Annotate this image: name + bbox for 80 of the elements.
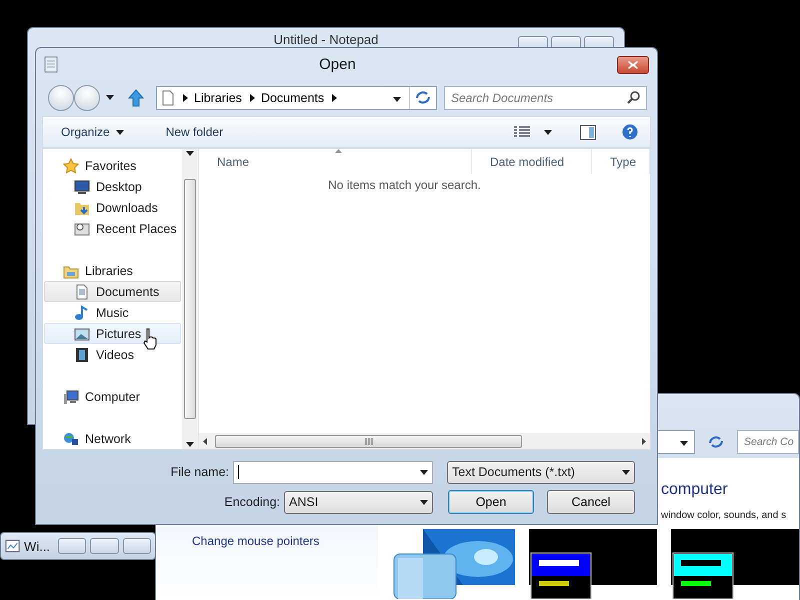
horizontal-scrollbar[interactable]: [199, 433, 650, 449]
column-header[interactable]: Date modified: [472, 149, 592, 174]
hand-cursor-icon: [142, 328, 158, 350]
refresh-icon: [707, 434, 725, 450]
maximize-button[interactable]: [90, 538, 119, 554]
window-title: Wi...: [24, 538, 50, 554]
dropdown-arrow-icon: [544, 130, 552, 134]
back-button[interactable]: [48, 84, 74, 110]
address-bar[interactable]: Libraries Documents: [156, 86, 437, 110]
scroll-up-icon: [186, 151, 194, 156]
change-mouse-pointers-link[interactable]: Change mouse pointers: [192, 534, 320, 548]
scroll-left-icon: [203, 438, 207, 444]
help-icon: [622, 124, 638, 140]
empty-message: No items match your search.: [328, 178, 481, 192]
notepad-icon: [44, 56, 58, 73]
view-list-icon: [514, 126, 530, 138]
navigation-item[interactable]: Desktop: [44, 176, 182, 197]
document-icon: [74, 284, 90, 300]
star-icon: [63, 158, 79, 174]
cancel-button[interactable]: Cancel: [547, 490, 635, 514]
restore-button[interactable]: [58, 538, 86, 554]
dropdown-arrow-icon: [116, 130, 124, 134]
computer-icon: [63, 388, 79, 404]
column-header[interactable]: Name: [199, 149, 472, 174]
encoding-dropdown[interactable]: ANSI: [284, 490, 433, 514]
navigation-item[interactable]: Downloads: [44, 197, 182, 218]
film-icon: [74, 346, 90, 362]
document-icon: [161, 90, 175, 106]
close-button[interactable]: [617, 56, 649, 74]
new-folder-button[interactable]: New folder: [160, 123, 230, 141]
window-title: Untitled - Notepad: [274, 32, 378, 47]
refresh-icon: [415, 90, 431, 106]
chevron-icon: [250, 94, 255, 102]
navigation-item[interactable]: Favorites: [44, 155, 182, 176]
column-header[interactable]: Type: [592, 149, 650, 174]
navigation-item[interactable]: Videos: [44, 344, 182, 365]
dropdown-arrow-icon: [420, 470, 428, 474]
desktop-icon: [74, 178, 90, 194]
search-icon: [627, 91, 640, 104]
page-heading: computer: [661, 480, 728, 499]
navigation-item[interactable]: Libraries: [44, 260, 182, 281]
breadcrumb[interactable]: Documents: [246, 90, 328, 104]
dropdown-arrow-icon: [680, 441, 688, 446]
minimized-window[interactable]: Wi...: [0, 532, 156, 560]
recent-places-icon: [74, 220, 90, 236]
dropdown-arrow-icon: [420, 500, 428, 504]
close-icon: [628, 60, 638, 68]
search-field[interactable]: Search Co: [737, 430, 799, 454]
preview-pane-icon: [580, 124, 596, 140]
dialog-title: Open: [318, 56, 357, 73]
file-type-dropdown[interactable]: Text Documents (*.txt): [447, 460, 635, 484]
navigation-item[interactable]: Pictures: [44, 323, 182, 344]
navigation-item[interactable]: Music: [44, 302, 182, 323]
scroll-down-icon: [186, 442, 194, 447]
pictures-icon: [74, 326, 90, 342]
open-button[interactable]: Open: [448, 490, 534, 514]
file-name-label: File name:: [170, 465, 230, 479]
file-name-field[interactable]: [233, 460, 433, 484]
forward-button[interactable]: [74, 84, 100, 110]
navigation-item[interactable]: Computer: [44, 386, 182, 407]
grip-icon: [364, 438, 372, 444]
network-icon: [63, 430, 79, 446]
navigation-item[interactable]: Documents: [44, 281, 182, 302]
encoding-label: Encoding:: [224, 495, 281, 509]
navigation-item[interactable]: Network: [44, 428, 182, 449]
up-arrow-icon: [128, 88, 144, 106]
dropdown-arrow-icon: [393, 96, 401, 102]
window-icon: [5, 538, 20, 554]
chevron-icon: [332, 94, 338, 102]
vertical-scrollbar[interactable]: [182, 149, 198, 449]
music-note-icon: [74, 304, 90, 320]
dropdown-arrow-icon: [622, 470, 630, 474]
navigation-item[interactable]: Recent Places: [44, 218, 182, 239]
page-description: window color, sounds, and s: [661, 509, 786, 522]
history-dropdown-icon: [106, 95, 114, 100]
organize-button[interactable]: Organize: [55, 123, 130, 141]
search-field[interactable]: Search Documents: [444, 86, 647, 110]
breadcrumb[interactable]: Libraries: [179, 90, 246, 104]
chevron-icon: [183, 94, 188, 102]
scroll-right-icon: [642, 438, 646, 444]
